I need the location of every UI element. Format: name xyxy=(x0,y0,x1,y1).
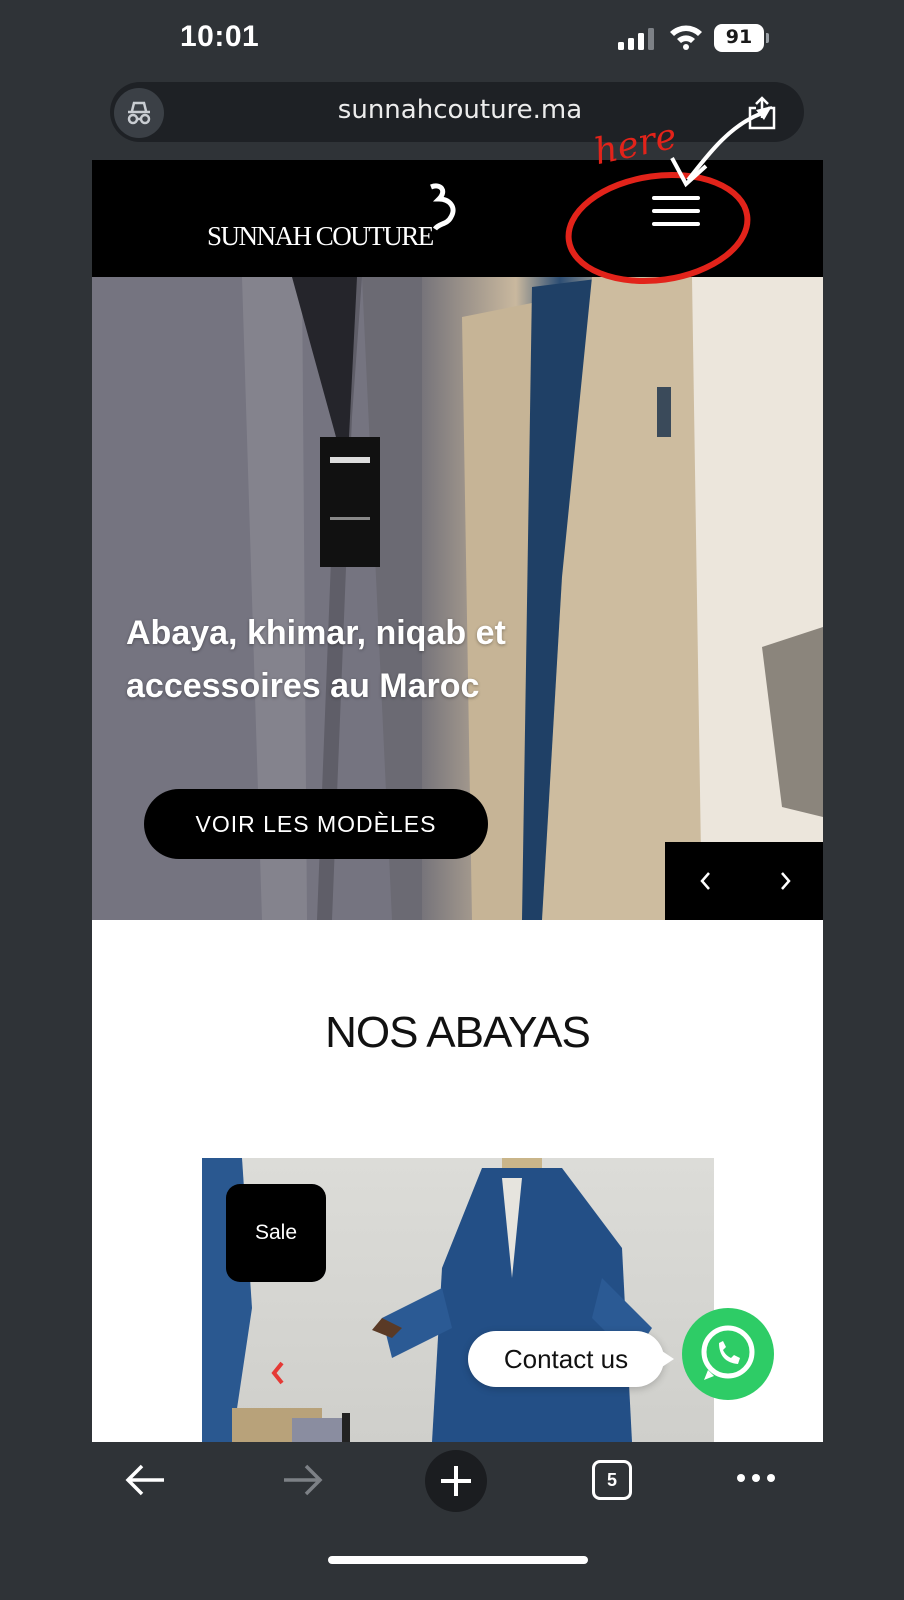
whatsapp-icon[interactable] xyxy=(682,1308,774,1400)
tab-switcher-button[interactable]: 5 xyxy=(592,1460,632,1500)
home-indicator xyxy=(328,1556,588,1564)
chevron-left-icon[interactable] xyxy=(677,842,737,920)
new-tab-button[interactable] xyxy=(425,1450,487,1512)
cellular-signal-icon xyxy=(618,28,654,50)
battery-level: 91 xyxy=(725,26,753,48)
slider-controls xyxy=(665,842,823,920)
forward-arrow-icon[interactable] xyxy=(280,1462,324,1498)
contact-us-label[interactable]: Contact us xyxy=(468,1331,674,1387)
chevron-right-icon[interactable] xyxy=(755,842,815,920)
web-page: SUNNAH COUTURE Abaya, khimar, niqab et a… xyxy=(92,160,823,1442)
status-time: 10:01 xyxy=(180,20,260,53)
site-logo[interactable]: SUNNAH COUTURE xyxy=(207,183,477,265)
product-card[interactable]: Sale xyxy=(202,1158,714,1442)
logo-text: SUNNAH COUTURE xyxy=(207,221,434,251)
sale-badge: Sale xyxy=(226,1184,326,1282)
hero-title: Abaya, khimar, niqab et accessoires au M… xyxy=(126,614,506,705)
incognito-icon[interactable] xyxy=(114,88,164,138)
section-title: NOS ABAYAS xyxy=(325,1008,591,1057)
more-options-icon[interactable] xyxy=(736,1470,776,1486)
back-arrow-icon[interactable] xyxy=(124,1462,168,1498)
view-models-button[interactable]: VOIR LES MODÈLES xyxy=(144,789,488,859)
battery-icon: 91 xyxy=(714,24,769,52)
hero-slider: Abaya, khimar, niqab et accessoires au M… xyxy=(92,277,823,920)
plus-icon xyxy=(441,1466,471,1496)
wifi-icon xyxy=(670,25,702,50)
annotation-circle xyxy=(565,106,772,284)
